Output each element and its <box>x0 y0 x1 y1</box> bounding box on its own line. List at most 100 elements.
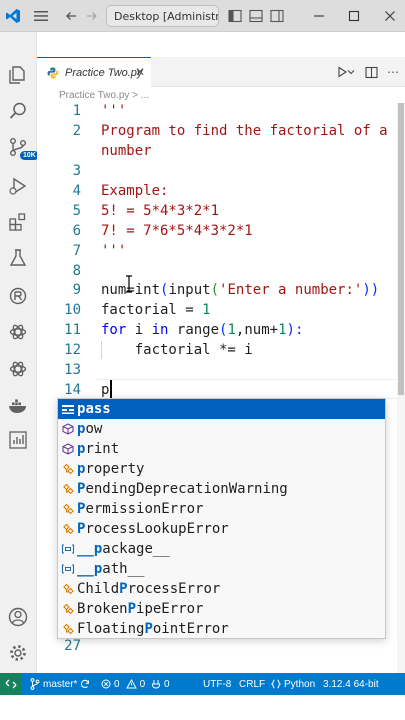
current-line-highlight <box>97 379 397 399</box>
problems-status[interactable]: 0 0 <box>101 673 145 695</box>
language-status[interactable]: Python <box>271 673 315 695</box>
suggestion-item[interactable]: property <box>58 459 385 479</box>
line-number: 1 <box>72 103 81 119</box>
code-token: factorial = <box>101 302 203 318</box>
suggestion-item[interactable]: pass <box>58 399 385 419</box>
remote-indicator[interactable] <box>0 673 22 695</box>
line-number: 4 <box>72 183 81 199</box>
ports-count: 0 <box>164 678 170 690</box>
git-branch-icon <box>30 678 40 690</box>
line-number: 12 <box>64 342 81 358</box>
account-icon[interactable] <box>6 605 30 629</box>
explorer-icon[interactable] <box>6 63 30 87</box>
code-line: number <box>101 143 152 159</box>
extensions-icon[interactable] <box>6 210 30 234</box>
suggestion-item[interactable]: BrokenPipeError <box>58 599 385 619</box>
suggestion-label: PendingDeprecationWarning <box>77 481 288 497</box>
settings-gear-icon[interactable] <box>6 641 30 665</box>
error-icon <box>101 679 111 689</box>
code-line: Program to find the factorial of a <box>101 123 388 139</box>
remote-icon <box>5 679 17 689</box>
eol-status[interactable]: CRLF <box>239 673 265 695</box>
suggestion-item[interactable]: __package__ <box>58 539 385 559</box>
code-line: 5! = 5*4*3*2*1 <box>101 203 220 219</box>
python-file-icon <box>47 67 59 78</box>
interpreter-status[interactable]: 3.12.4 64-bit <box>323 673 379 695</box>
line-number: 3 <box>72 163 81 179</box>
suggestion-item[interactable]: print <box>58 439 385 459</box>
command-center-text: Desktop [Administrator] <box>114 9 218 23</box>
code-token: int <box>134 282 161 298</box>
encoding-status[interactable]: UTF-8 <box>203 673 231 695</box>
suggestion-label: __package__ <box>77 541 170 557</box>
class-icon <box>60 601 76 617</box>
code-token: )) <box>362 282 380 298</box>
toggle-sidebar-icon[interactable] <box>226 7 244 25</box>
back-arrow-icon[interactable] <box>62 7 80 25</box>
editor-tab-bar: Practice Two.py ✕ ⋯ <box>37 57 405 87</box>
method-icon <box>60 441 76 457</box>
ports-icon <box>152 680 160 689</box>
run-debug-icon[interactable] <box>6 174 30 198</box>
class-icon <box>60 481 76 497</box>
forward-arrow-icon[interactable] <box>83 7 101 25</box>
toggle-secondary-sidebar-icon[interactable] <box>268 7 286 25</box>
suggestion-item[interactable]: __path__ <box>58 559 385 579</box>
run-dropdown-chevron-icon[interactable] <box>346 64 356 80</box>
warning-icon <box>125 679 137 689</box>
suggestion-item[interactable]: FloatingPointError <box>58 619 385 639</box>
variable-icon <box>60 541 76 557</box>
split-editor-icon[interactable] <box>363 64 379 80</box>
suggestion-label: FloatingPointError <box>77 621 229 637</box>
suggestion-label: property <box>77 461 145 477</box>
status-bar: master* 0 0 0 UTF-8 CRLF Python 3.12.4 6… <box>0 673 405 695</box>
sync-icon[interactable] <box>80 673 90 695</box>
suggestion-item[interactable]: ProcessLookupError <box>58 519 385 539</box>
suggestion-item[interactable]: pow <box>58 419 385 439</box>
braces-icon <box>271 679 281 689</box>
source-control-icon[interactable]: 10K <box>6 135 39 160</box>
code-token: 1 <box>278 322 287 338</box>
maximize-icon[interactable] <box>345 7 363 25</box>
openai-assistant-icon[interactable] <box>6 357 30 381</box>
suggestion-item[interactable]: PermissionError <box>58 499 385 519</box>
minimize-icon[interactable] <box>310 7 328 25</box>
line-number: 11 <box>64 322 81 338</box>
tab-practice-two[interactable]: Practice Two.py ✕ <box>37 57 151 87</box>
suggestion-item[interactable]: PendingDeprecationWarning <box>58 479 385 499</box>
scrollbar-thumb[interactable] <box>398 103 404 395</box>
variable-icon <box>60 561 76 577</box>
chart-icon[interactable] <box>6 428 30 452</box>
branch-status[interactable]: master* <box>30 673 77 695</box>
docker-icon[interactable] <box>6 394 30 418</box>
close-tab-icon[interactable]: ✕ <box>135 65 145 79</box>
toggle-panel-icon[interactable] <box>247 7 265 25</box>
remote-explorer-icon[interactable] <box>6 284 30 308</box>
more-actions-icon[interactable]: ⋯ <box>385 64 401 80</box>
breadcrumb[interactable]: Practice Two.py > ... <box>37 87 405 103</box>
close-window-icon[interactable] <box>381 7 399 25</box>
line-number: 27 <box>64 638 81 654</box>
line-number: 8 <box>72 263 81 279</box>
class-icon <box>60 621 76 637</box>
code-token: for <box>101 322 127 338</box>
testing-flask-icon[interactable] <box>6 246 30 270</box>
ports-status[interactable]: 0 <box>151 673 170 695</box>
suggestion-label: ChildProcessError <box>77 581 221 597</box>
code-token: i <box>126 322 152 338</box>
suggestion-label: print <box>77 441 120 457</box>
error-count: 0 <box>114 678 120 690</box>
suggestion-label: pass <box>77 401 111 417</box>
chatgpt-icon[interactable] <box>6 320 30 344</box>
command-center-search[interactable]: Desktop [Administrator] <box>106 5 219 27</box>
code-token: input <box>168 282 211 298</box>
line-number: 6 <box>72 223 81 239</box>
branch-name: master* <box>43 678 78 690</box>
class-icon <box>60 501 76 517</box>
title-bar: Desktop [Administrator] <box>0 0 405 32</box>
search-icon[interactable] <box>6 99 30 123</box>
editor-scrollbar[interactable] <box>397 103 405 673</box>
menu-icon[interactable] <box>32 7 50 25</box>
suggestion-item[interactable]: ChildProcessError <box>58 579 385 599</box>
